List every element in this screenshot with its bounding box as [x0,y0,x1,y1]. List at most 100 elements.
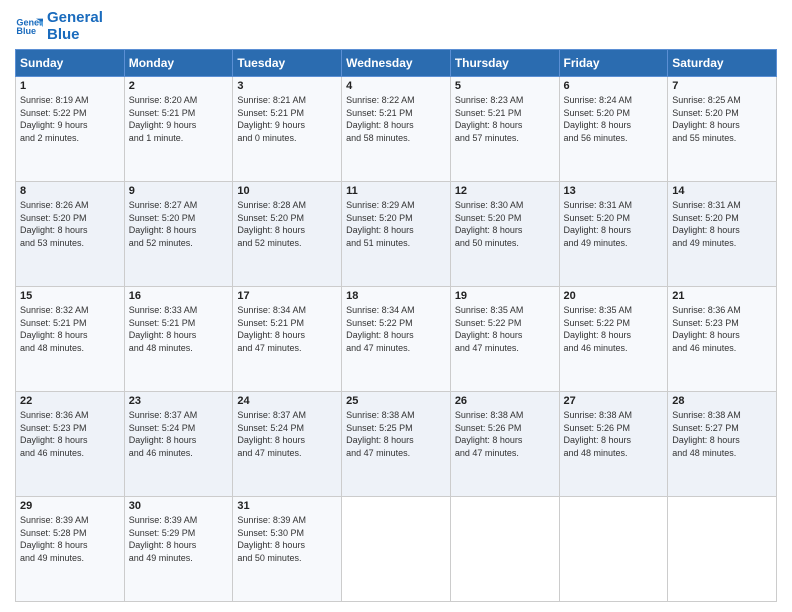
column-header-thursday: Thursday [450,50,559,77]
day-cell-12: 12 Sunrise: 8:30 AM Sunset: 5:20 PM Dayli… [450,182,559,287]
day-detail: Sunrise: 8:26 AM Sunset: 5:20 PM Dayligh… [20,199,120,249]
day-detail: Sunrise: 8:35 AM Sunset: 5:22 PM Dayligh… [455,304,555,354]
day-number: 27 [564,395,664,407]
day-number: 26 [455,395,555,407]
day-detail: Sunrise: 8:31 AM Sunset: 5:20 PM Dayligh… [672,199,772,249]
day-number: 12 [455,185,555,197]
logo: General Blue General Blue [15,10,103,43]
day-cell-7: 7 Sunrise: 8:25 AM Sunset: 5:20 PM Daylig… [668,77,777,182]
day-detail: Sunrise: 8:27 AM Sunset: 5:20 PM Dayligh… [129,199,229,249]
day-cell-3: 3 Sunrise: 8:21 AM Sunset: 5:21 PM Daylig… [233,77,342,182]
day-number: 29 [20,500,120,512]
calendar: SundayMondayTuesdayWednesdayThursdayFrid… [15,49,777,602]
day-number: 7 [672,80,772,92]
day-detail: Sunrise: 8:35 AM Sunset: 5:22 PM Dayligh… [564,304,664,354]
day-number: 6 [564,80,664,92]
day-detail: Sunrise: 8:24 AM Sunset: 5:20 PM Dayligh… [564,94,664,144]
day-detail: Sunrise: 8:39 AM Sunset: 5:28 PM Dayligh… [20,514,120,564]
day-detail: Sunrise: 8:22 AM Sunset: 5:21 PM Dayligh… [346,94,446,144]
day-number: 14 [672,185,772,197]
day-number: 25 [346,395,446,407]
day-detail: Sunrise: 8:38 AM Sunset: 5:27 PM Dayligh… [672,409,772,459]
day-number: 15 [20,290,120,302]
header-row: SundayMondayTuesdayWednesdayThursdayFrid… [16,50,777,77]
day-number: 31 [237,500,337,512]
day-detail: Sunrise: 8:30 AM Sunset: 5:20 PM Dayligh… [455,199,555,249]
day-number: 28 [672,395,772,407]
page: General Blue General Blue SundayMondayTu… [0,0,792,612]
day-detail: Sunrise: 8:36 AM Sunset: 5:23 PM Dayligh… [20,409,120,459]
day-number: 4 [346,80,446,92]
day-cell-20: 20 Sunrise: 8:35 AM Sunset: 5:22 PM Dayli… [559,287,668,392]
day-number: 22 [20,395,120,407]
column-header-monday: Monday [124,50,233,77]
day-cell-21: 21 Sunrise: 8:36 AM Sunset: 5:23 PM Dayli… [668,287,777,392]
day-number: 20 [564,290,664,302]
day-cell-10: 10Sunrise: 8:28 AM Sunset: 5:20 PM Dayli… [233,182,342,287]
day-number: 17 [237,290,337,302]
day-number: 16 [129,290,229,302]
day-cell-26: 26Sunrise: 8:38 AM Sunset: 5:26 PM Dayli… [450,392,559,497]
header: General Blue General Blue [15,10,777,43]
day-cell-25: 25Sunrise: 8:38 AM Sunset: 5:25 PM Dayli… [342,392,451,497]
day-number: 1 [20,80,120,92]
column-header-wednesday: Wednesday [342,50,451,77]
day-cell-15: 15Sunrise: 8:32 AM Sunset: 5:21 PM Dayli… [16,287,125,392]
week-row-4: 22 Sunrise: 8:36 AM Sunset: 5:23 PM Dayli… [16,392,777,497]
day-cell-4: 4 Sunrise: 8:22 AM Sunset: 5:21 PM Daylig… [342,77,451,182]
week-row-1: 1 Sunrise: 8:19 AM Sunset: 5:22 PM Daylig… [16,77,777,182]
day-detail: Sunrise: 8:33 AM Sunset: 5:21 PM Dayligh… [129,304,229,354]
day-detail: Sunrise: 8:20 AM Sunset: 5:21 PM Dayligh… [129,94,229,144]
day-detail: Sunrise: 8:37 AM Sunset: 5:24 PM Dayligh… [237,409,337,459]
day-detail: Sunrise: 8:39 AM Sunset: 5:29 PM Dayligh… [129,514,229,564]
empty-cell [450,497,559,602]
day-cell-27: 27 Sunrise: 8:38 AM Sunset: 5:26 PM Dayli… [559,392,668,497]
day-detail: Sunrise: 8:29 AM Sunset: 5:20 PM Dayligh… [346,199,446,249]
empty-cell [668,497,777,602]
day-cell-16: 16 Sunrise: 8:33 AM Sunset: 5:21 PM Dayli… [124,287,233,392]
day-detail: Sunrise: 8:23 AM Sunset: 5:21 PM Dayligh… [455,94,555,144]
day-cell-13: 13 Sunrise: 8:31 AM Sunset: 5:20 PM Dayli… [559,182,668,287]
day-number: 18 [346,290,446,302]
day-number: 9 [129,185,229,197]
day-number: 21 [672,290,772,302]
day-cell-24: 24 Sunrise: 8:37 AM Sunset: 5:24 PM Dayli… [233,392,342,497]
logo-general: General [47,10,103,27]
column-header-friday: Friday [559,50,668,77]
day-cell-2: 2 Sunrise: 8:20 AM Sunset: 5:21 PM Daylig… [124,77,233,182]
day-cell-23: 23Sunrise: 8:37 AM Sunset: 5:24 PM Dayli… [124,392,233,497]
day-detail: Sunrise: 8:38 AM Sunset: 5:26 PM Dayligh… [564,409,664,459]
day-number: 24 [237,395,337,407]
day-number: 13 [564,185,664,197]
day-cell-1: 1 Sunrise: 8:19 AM Sunset: 5:22 PM Daylig… [16,77,125,182]
day-number: 2 [129,80,229,92]
day-number: 3 [237,80,337,92]
week-row-3: 15Sunrise: 8:32 AM Sunset: 5:21 PM Dayli… [16,287,777,392]
empty-cell [342,497,451,602]
day-cell-14: 14 Sunrise: 8:31 AM Sunset: 5:20 PM Dayli… [668,182,777,287]
day-detail: Sunrise: 8:31 AM Sunset: 5:20 PM Dayligh… [564,199,664,249]
day-detail: Sunrise: 8:36 AM Sunset: 5:23 PM Dayligh… [672,304,772,354]
day-number: 30 [129,500,229,512]
day-detail: Sunrise: 8:34 AM Sunset: 5:22 PM Dayligh… [346,304,446,354]
day-detail: Sunrise: 8:25 AM Sunset: 5:20 PM Dayligh… [672,94,772,144]
day-cell-17: 17 Sunrise: 8:34 AM Sunset: 5:21 PM Dayli… [233,287,342,392]
day-cell-5: 5 Sunrise: 8:23 AM Sunset: 5:21 PM Daylig… [450,77,559,182]
day-number: 10 [237,185,337,197]
logo-blue: Blue [47,27,103,44]
empty-cell [559,497,668,602]
day-number: 23 [129,395,229,407]
day-cell-9: 9 Sunrise: 8:27 AM Sunset: 5:20 PM Daylig… [124,182,233,287]
day-number: 5 [455,80,555,92]
day-detail: Sunrise: 8:19 AM Sunset: 5:22 PM Dayligh… [20,94,120,144]
column-header-tuesday: Tuesday [233,50,342,77]
day-cell-31: 31Sunrise: 8:39 AM Sunset: 5:30 PM Dayli… [233,497,342,602]
column-header-sunday: Sunday [16,50,125,77]
logo-icon: General Blue [15,13,43,41]
day-cell-30: 30 Sunrise: 8:39 AM Sunset: 5:29 PM Dayli… [124,497,233,602]
day-number: 19 [455,290,555,302]
week-row-2: 8Sunrise: 8:26 AM Sunset: 5:20 PM Daylig… [16,182,777,287]
day-detail: Sunrise: 8:34 AM Sunset: 5:21 PM Dayligh… [237,304,337,354]
day-cell-18: 18 Sunrise: 8:34 AM Sunset: 5:22 PM Dayli… [342,287,451,392]
day-detail: Sunrise: 8:21 AM Sunset: 5:21 PM Dayligh… [237,94,337,144]
